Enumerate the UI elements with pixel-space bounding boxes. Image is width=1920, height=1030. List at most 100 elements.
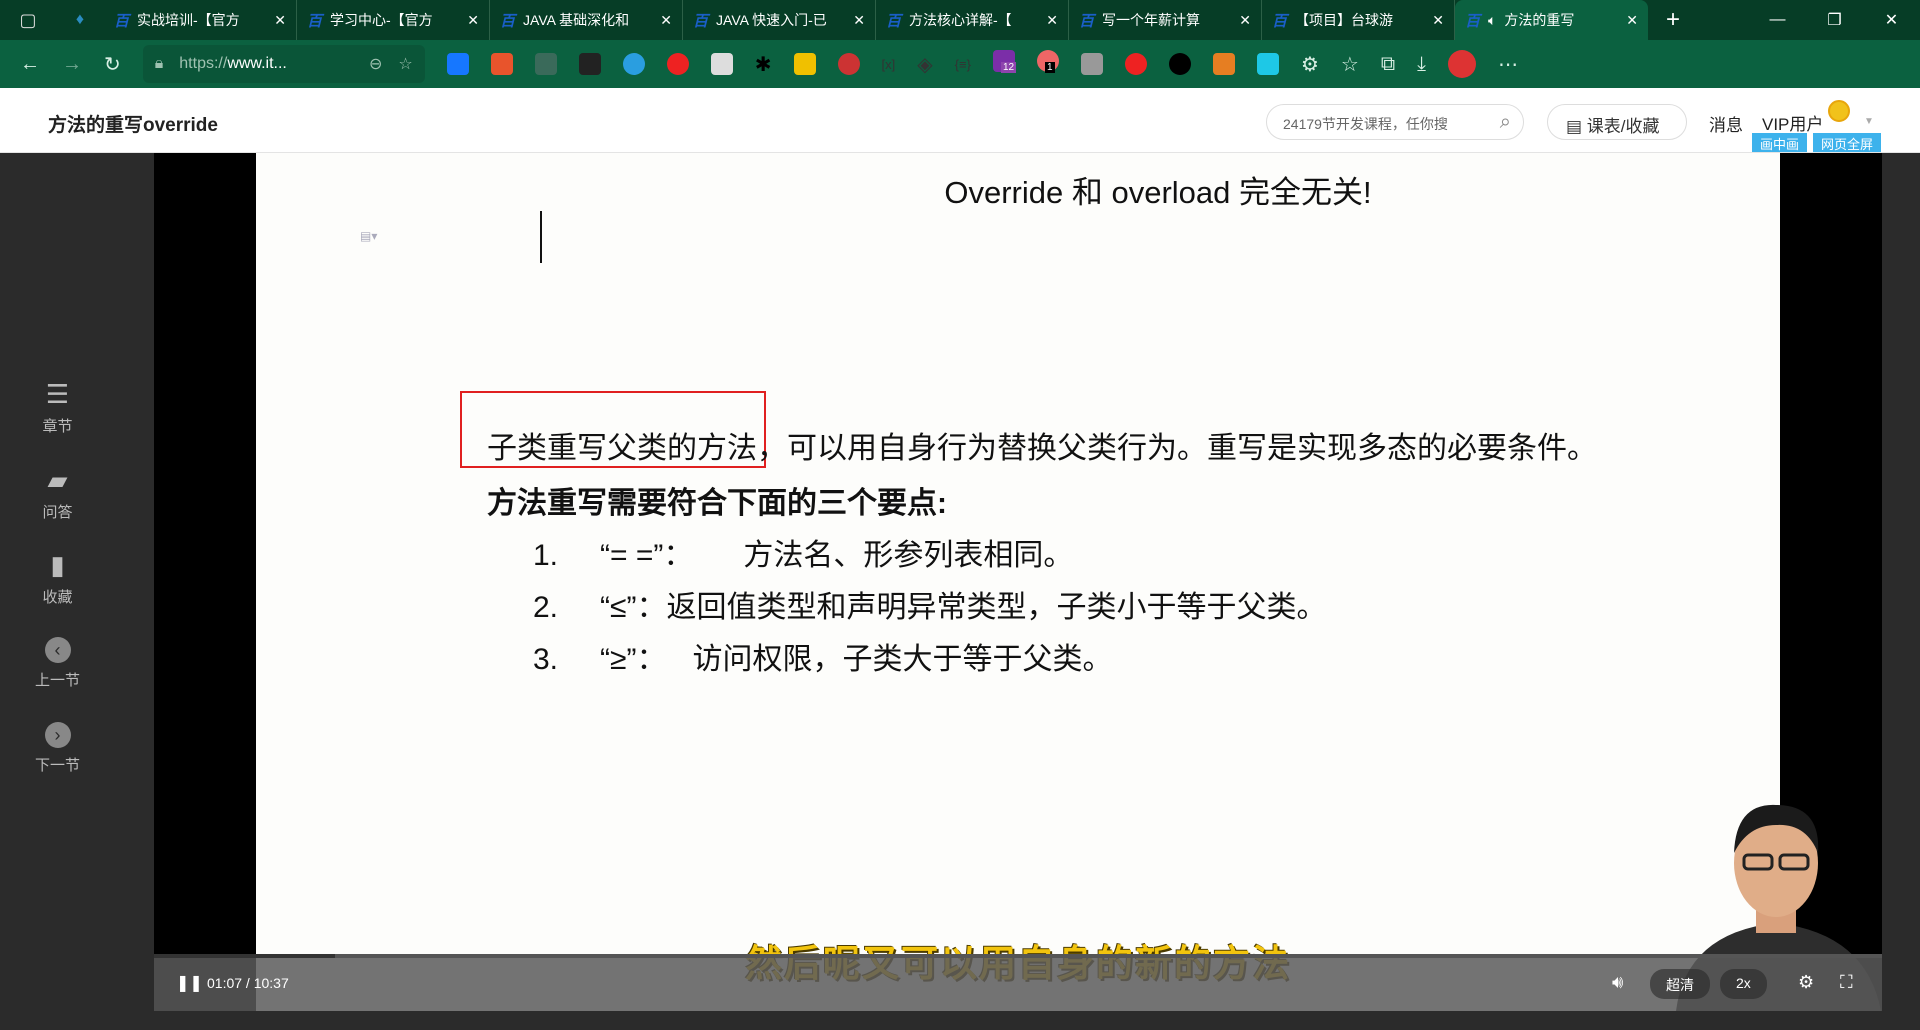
refresh-icon[interactable]: ↻ xyxy=(104,52,121,77)
site-icon: 百 xyxy=(1272,12,1288,30)
close-icon[interactable]: ✕ xyxy=(1239,12,1251,29)
extension-icon[interactable] xyxy=(622,53,645,75)
tab[interactable]: 百 JAVA 快速入门-已 ✕ xyxy=(683,0,876,40)
volume-icon[interactable]: 🔊︎ xyxy=(1612,972,1623,993)
favorites-button[interactable]: ▤ 课表/收藏 xyxy=(1547,104,1687,140)
extension-icon[interactable]: 12 xyxy=(992,50,1017,78)
pip-button[interactable]: 画中画 xyxy=(1752,133,1808,152)
site-icon: 百 xyxy=(500,12,516,30)
extension-icon[interactable] xyxy=(793,53,816,75)
close-icon[interactable]: ✕ xyxy=(1626,12,1638,29)
page-title: 方法的重写override xyxy=(48,115,218,136)
progress-fill xyxy=(154,954,336,958)
chat-icon: ▰ xyxy=(47,465,68,495)
close-icon[interactable]: ✕ xyxy=(467,12,479,29)
search-input[interactable]: 24179节开发课程，任你搜 ⌕ xyxy=(1266,104,1524,140)
minimize-button[interactable]: — xyxy=(1749,11,1806,29)
tab[interactable]: 百学习中心-【官方 ✕ xyxy=(297,0,490,40)
calendar-icon: ▤ xyxy=(1566,117,1587,136)
tab-actions-icon[interactable]: ▢ xyxy=(0,10,56,31)
browser-toolbar: ← → ↻ 🔒︎ https://www.it... ⊖ ☆ ✱ [x] ◈ {≡} … xyxy=(0,40,1920,88)
time-display: 01:07 / 10:37 xyxy=(207,975,289,991)
close-icon[interactable]: ✕ xyxy=(274,12,286,29)
document-icon: ▤▾ xyxy=(360,229,378,243)
slide-heading: 方法重写需要符合下面的三个要点: xyxy=(487,487,947,520)
speaker-icon[interactable]: 🔈︎ xyxy=(1488,12,1496,29)
adblock-icon[interactable] xyxy=(666,53,689,75)
close-icon[interactable]: ✕ xyxy=(1046,12,1058,29)
video-player[interactable]: Override 和 overload 完全无关! ▤▾ 子类重写父类的方法，可… xyxy=(154,153,1882,1011)
downloads-icon[interactable]: ⤓ xyxy=(1417,53,1426,76)
extension-icon[interactable]: ✱ xyxy=(755,52,772,77)
shield-icon[interactable] xyxy=(1256,53,1279,75)
pinned-tab-icon[interactable]: ♦ xyxy=(56,11,104,29)
extension-icon[interactable]: [x] xyxy=(882,57,896,72)
extension-icon[interactable] xyxy=(1168,53,1191,75)
close-icon[interactable]: ✕ xyxy=(1432,12,1444,29)
chevron-down-icon[interactable]: ▼ xyxy=(1864,116,1874,127)
sidebar-item-favorites[interactable]: ▮ 收藏 xyxy=(0,550,115,607)
close-window-button[interactable]: ✕ xyxy=(1863,10,1920,30)
sidebar-item-chapters[interactable]: ☰ 章节 xyxy=(0,379,115,436)
add-favorite-icon[interactable]: ☆ xyxy=(398,54,412,74)
sidebar-item-next[interactable]: › 下一节 xyxy=(0,722,115,775)
new-tab-button[interactable]: + xyxy=(1648,6,1698,34)
extension-icon[interactable] xyxy=(578,53,601,75)
slide-point: 3. “≥”： 访问权限，子类大于等于父类。 xyxy=(533,643,1113,676)
extension-icon[interactable]: 1 xyxy=(1036,50,1059,78)
tab[interactable]: 百写一个年薪计算 ✕ xyxy=(1069,0,1262,40)
extension-icon[interactable] xyxy=(490,53,513,75)
vip-user-menu[interactable]: VIP用户 xyxy=(1762,110,1823,135)
extension-icon[interactable] xyxy=(837,53,860,75)
tab-active[interactable]: 百 🔈︎ 方法的重写 ✕ xyxy=(1455,0,1648,40)
tab[interactable]: 百【项目】台球游 ✕ xyxy=(1262,0,1455,40)
lock-icon: 🔒︎ xyxy=(154,55,164,72)
site-icon: 百 xyxy=(307,12,323,30)
extensions-icon[interactable]: ⚙ xyxy=(1301,52,1319,77)
more-icon[interactable]: ⋯ xyxy=(1498,52,1518,77)
slide: Override 和 overload 完全无关! ▤▾ 子类重写父类的方法，可… xyxy=(256,153,1881,1011)
site-icon: 百 xyxy=(114,12,130,30)
site-icon: 百 xyxy=(1079,12,1095,30)
extension-icon[interactable]: ◈ xyxy=(917,52,932,77)
web-fullscreen-button[interactable]: 网页全屏 xyxy=(1813,133,1882,152)
camera-icon[interactable] xyxy=(1080,53,1103,75)
fullscreen-icon[interactable]: ⛶ xyxy=(1840,972,1853,993)
favorites-icon[interactable]: ☆ xyxy=(1341,52,1359,77)
close-icon[interactable]: ✕ xyxy=(660,12,672,29)
tab[interactable]: 百实战培训-【官方 ✕ xyxy=(104,0,297,40)
tab[interactable]: 百方法核心详解-【 ✕ xyxy=(876,0,1069,40)
collections-icon[interactable]: ⧉ xyxy=(1381,53,1395,76)
extension-icon[interactable] xyxy=(446,53,469,75)
slide-point: 2. “≤”：返回值类型和声明异常类型，子类小于等于父类。 xyxy=(533,591,1327,624)
messages-link[interactable]: 消息 xyxy=(1709,111,1743,136)
sidebar-item-prev[interactable]: ‹ 上一节 xyxy=(0,637,115,690)
forward-icon[interactable]: → xyxy=(62,53,82,76)
tab[interactable]: 百 JAVA 基础深化和 ✕ xyxy=(490,0,683,40)
pause-button[interactable]: ❚❚ xyxy=(176,973,203,993)
address-bar[interactable]: 🔒︎ https://www.it... ⊖ ☆ xyxy=(142,45,425,83)
extension-icon[interactable]: {≡} xyxy=(955,57,971,72)
sidebar-item-qa[interactable]: ▰ 问答 xyxy=(0,465,115,522)
tab-bar: ▢ ♦ 百实战培训-【官方 ✕ 百学习中心-【官方 ✕ 百 JAVA 基础深化和 ✕ 百… xyxy=(0,0,1920,40)
search-icon[interactable]: ⌕ xyxy=(1500,111,1511,134)
quality-button[interactable]: 超清 xyxy=(1650,969,1710,999)
extension-icon[interactable] xyxy=(534,53,557,75)
back-icon[interactable]: ← xyxy=(20,53,40,76)
course-sidebar: ☰ 章节 ▰ 问答 ▮ 收藏 ‹ 上一节 › 下一节 xyxy=(0,153,115,1030)
slide-line: 子类重写父类的方法，可以用自身行为替换父类行为。重写是实现多态的必要条件。 xyxy=(487,432,1597,465)
metamask-icon[interactable] xyxy=(1212,53,1235,75)
zoom-icon[interactable]: ⊖ xyxy=(369,54,382,74)
site-icon: 百 xyxy=(886,12,902,30)
speed-button[interactable]: 2x xyxy=(1720,969,1767,999)
settings-icon[interactable]: ⚙ xyxy=(1798,972,1814,993)
player-controls: ❚❚ 01:07 / 10:37 🔊︎ 超清 2x ⚙ ⛶ xyxy=(154,954,1882,1011)
restore-button[interactable]: ❐ xyxy=(1806,10,1863,30)
close-icon[interactable]: ✕ xyxy=(853,12,865,29)
site-icon: 百 xyxy=(1465,12,1481,30)
progress-bar[interactable] xyxy=(154,954,1882,958)
extension-icon[interactable] xyxy=(1124,53,1147,75)
extension-icon[interactable] xyxy=(710,53,733,75)
avatar[interactable] xyxy=(1447,50,1476,78)
chevron-right-icon: › xyxy=(44,722,71,748)
